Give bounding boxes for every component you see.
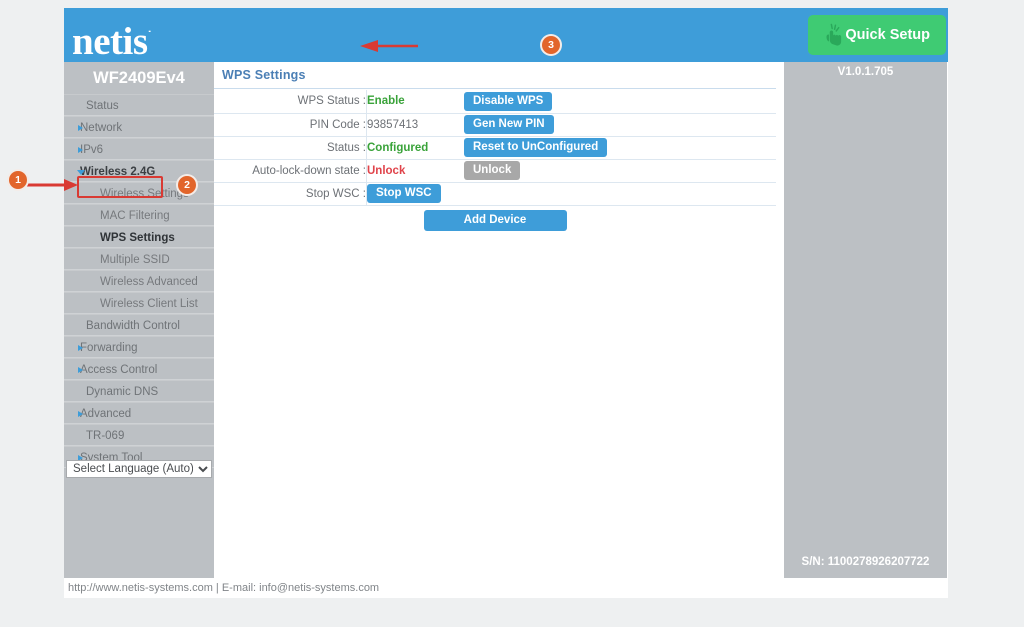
chevron-right-icon bbox=[78, 345, 83, 351]
stop-wsc-button[interactable]: Stop WSC bbox=[367, 184, 441, 203]
sidebar-item-wireless-client-list[interactable]: Wireless Client List bbox=[64, 292, 214, 314]
gen-new-pin-button[interactable]: Gen New PIN bbox=[464, 115, 554, 134]
row-action-cell: Reset to UnConfigured bbox=[464, 136, 776, 160]
row-action-cell bbox=[464, 182, 776, 206]
add-device-button[interactable]: Add Device bbox=[423, 210, 567, 231]
sidebar-item-label: Wireless Client List bbox=[100, 298, 198, 310]
row-value: Unlock bbox=[367, 164, 406, 177]
row-value-cell: Stop WSC bbox=[366, 182, 464, 206]
sidebar-item-label: Status bbox=[86, 100, 119, 112]
sidebar-item-status[interactable]: Status bbox=[64, 94, 214, 116]
row-value-cell: Enable bbox=[366, 90, 464, 114]
row-value-cell: Configured bbox=[366, 136, 464, 160]
sidebar-item-multiple-ssid[interactable]: Multiple SSID bbox=[64, 248, 214, 270]
page-header: netis˙ Quick Setup bbox=[64, 8, 948, 62]
sidebar-item-forwarding[interactable]: Forwarding bbox=[64, 336, 214, 358]
annotation-arrow-3 bbox=[360, 40, 418, 52]
table-row: PIN Code :93857413 Gen New PIN bbox=[214, 113, 776, 137]
row-value: Configured bbox=[367, 141, 429, 154]
quick-setup-label: Quick Setup bbox=[845, 27, 930, 43]
sidebar-item-ipv6[interactable]: IPv6 bbox=[64, 138, 214, 160]
table-row: WPS Status : Enable Disable WPS bbox=[214, 90, 776, 114]
sidebar-item-label: Advanced bbox=[80, 408, 132, 420]
row-action-cell: Disable WPS bbox=[464, 90, 776, 114]
sidebar-item-bandwidth-control[interactable]: Bandwidth Control bbox=[64, 314, 214, 336]
netis-logo: netis˙ bbox=[72, 12, 152, 62]
row-label: Stop WSC : bbox=[214, 182, 367, 206]
row-label: PIN Code : bbox=[214, 113, 367, 137]
sidebar-item-label: Wireless Settings bbox=[100, 188, 189, 200]
row-label: Auto-lock-down state : bbox=[214, 159, 367, 183]
reset-to-unconfigured-button[interactable]: Reset to UnConfigured bbox=[464, 138, 608, 157]
row-value-cell: 93857413 bbox=[366, 113, 464, 137]
sidebar-item-network[interactable]: Network bbox=[64, 116, 214, 138]
sidebar-item-label: Network bbox=[80, 122, 123, 134]
sidebar-item-label: IPv6 bbox=[80, 144, 104, 156]
serial-number: S/N: 1100278926207722 bbox=[801, 556, 930, 568]
wps-settings-table: WPS Status : Enable Disable WPS PIN Code :9… bbox=[214, 90, 776, 206]
sidebar-menu: Status Network IPv6 Wireless 2.4G Wireless S… bbox=[64, 94, 214, 468]
sidebar-item-label: Access Control bbox=[80, 364, 158, 376]
add-device-row: Add Device bbox=[214, 210, 776, 231]
row-action-cell: Gen New PIN bbox=[464, 113, 776, 137]
table-row: Stop WSC : Stop WSC bbox=[214, 182, 776, 206]
sidebar-item-wireless-advanced[interactable]: Wireless Advanced bbox=[64, 270, 214, 292]
router-admin-page: netis˙ Quick Setup WF2409Ev4 Status Netwo… bbox=[9, 8, 948, 598]
sidebar-item-label: Dynamic DNS bbox=[86, 386, 159, 398]
step-badge-2: 2 bbox=[178, 176, 196, 194]
main-content: WPS Settings WPS Status : Enable Disable W… bbox=[214, 62, 784, 578]
brand-mark: ˙ bbox=[147, 28, 152, 43]
language-select[interactable]: Select Language (Auto) bbox=[66, 460, 212, 478]
sidebar-item-mac-filtering[interactable]: MAC Filtering bbox=[64, 204, 214, 226]
hand-click-icon bbox=[826, 23, 842, 46]
sidebar-item-label: Forwarding bbox=[80, 342, 138, 354]
sidebar-item-label: Multiple SSID bbox=[100, 254, 170, 266]
sidebar-item-access-control[interactable]: Access Control bbox=[64, 358, 214, 380]
sidebar-item-tr-069[interactable]: TR-069 bbox=[64, 424, 214, 446]
sidebar-item-label: WPS Settings bbox=[100, 232, 175, 244]
unlock-button[interactable]: Unlock bbox=[464, 161, 521, 180]
firmware-version: V1.0.1.705 bbox=[837, 66, 894, 78]
chevron-right-icon bbox=[78, 367, 83, 373]
table-row: Auto-lock-down state : Unlock Unlock bbox=[214, 159, 776, 183]
step-badge-1: 1 bbox=[9, 171, 27, 189]
row-value: Enable bbox=[367, 95, 405, 108]
sidebar-item-label: Bandwidth Control bbox=[86, 320, 180, 332]
row-label: WPS Status : bbox=[214, 90, 367, 114]
page-title: WPS Settings bbox=[222, 68, 306, 82]
sidebar-item-label: Wireless 2.4G bbox=[80, 166, 156, 178]
chevron-right-icon bbox=[78, 411, 83, 417]
chevron-right-icon bbox=[78, 125, 83, 131]
sidebar-item-wps-settings[interactable]: WPS Settings bbox=[64, 226, 214, 248]
sidebar-item-label: TR-069 bbox=[86, 430, 125, 442]
row-label: Status : bbox=[214, 136, 367, 160]
device-info-panel: V1.0.1.705 S/N: 1100278926207722 bbox=[784, 62, 947, 578]
row-action-cell: Unlock bbox=[464, 159, 776, 183]
sidebar-item-label: MAC Filtering bbox=[100, 210, 170, 222]
footer-text: http://www.netis-systems.com | E-mail: i… bbox=[68, 582, 380, 594]
title-divider bbox=[214, 88, 776, 89]
page-footer: http://www.netis-systems.com | E-mail: i… bbox=[64, 580, 948, 598]
row-value-cell: Unlock bbox=[366, 159, 464, 183]
table-row: Status : Configured Reset to UnConfigured bbox=[214, 136, 776, 160]
disable-wps-button[interactable]: Disable WPS bbox=[464, 91, 553, 111]
brand-text: netis bbox=[72, 20, 148, 62]
sidebar-item-advanced[interactable]: Advanced bbox=[64, 402, 214, 424]
chevron-right-icon bbox=[78, 147, 83, 153]
sidebar-item-dynamic-dns[interactable]: Dynamic DNS bbox=[64, 380, 214, 402]
annotation-arrow-1 bbox=[26, 179, 78, 191]
sidebar-item-label: Wireless Advanced bbox=[100, 276, 198, 288]
model-name: WF2409Ev4 bbox=[64, 62, 214, 94]
sidebar: WF2409Ev4 Status Network IPv6 Wireless 2.4G… bbox=[64, 62, 214, 578]
quick-setup-button[interactable]: Quick Setup bbox=[808, 15, 946, 55]
row-value: 93857413 bbox=[367, 118, 419, 131]
step-badge-3: 3 bbox=[542, 36, 560, 54]
